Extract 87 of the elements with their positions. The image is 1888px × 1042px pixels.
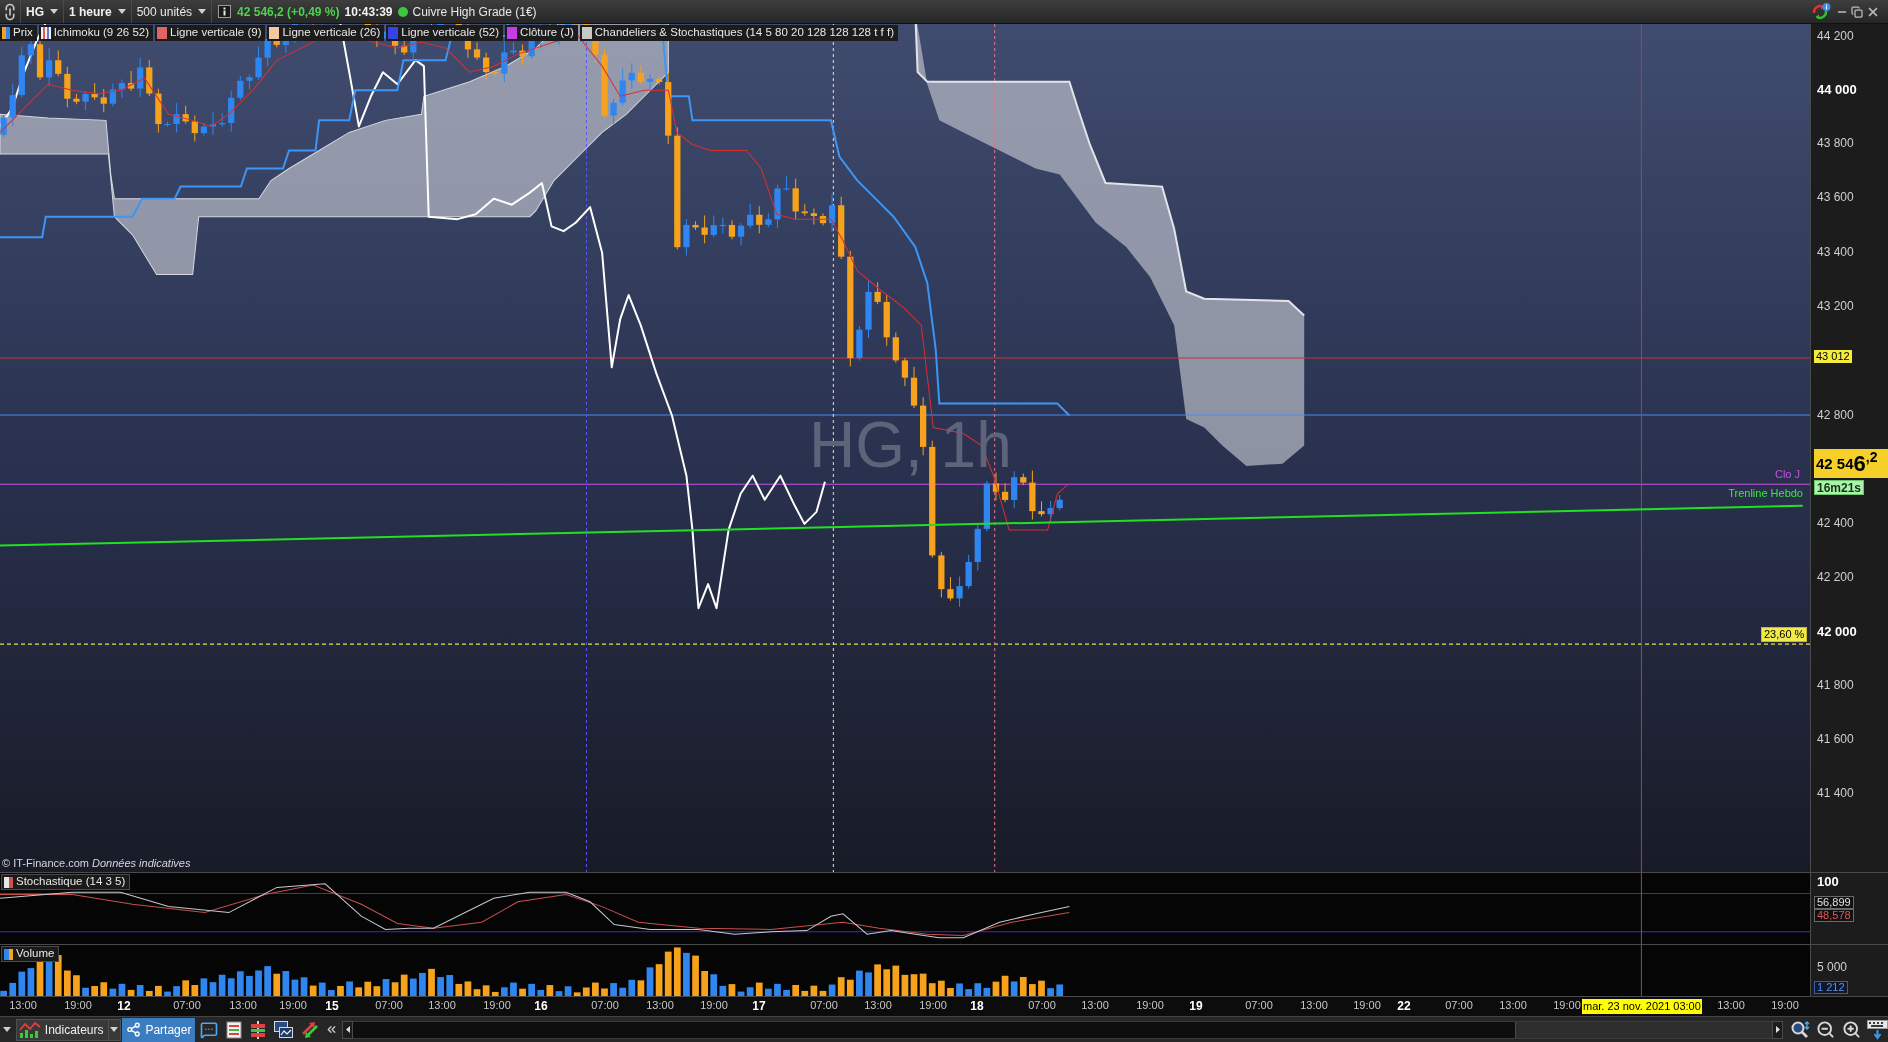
price-tick-label: 41 400	[1817, 787, 1854, 799]
zoom-fit-icon[interactable]	[1790, 1019, 1810, 1040]
line-chart-icon	[18, 1020, 41, 1039]
time-tick-label: 07:00	[375, 1000, 403, 1011]
indicator-value-label: 48,578	[1814, 909, 1854, 922]
time-tick-label: 19:00	[1553, 1000, 1581, 1011]
time-tick-label: 19:00	[1771, 1000, 1799, 1011]
price-level-marker: 43 012	[1814, 350, 1852, 363]
time-tick-label: 19:00	[1136, 1000, 1164, 1011]
price-tick-label: 43 400	[1817, 246, 1854, 258]
time-tick-label: 13:00	[1300, 1000, 1328, 1011]
time-tick-label: 19:00	[919, 1000, 947, 1011]
indicators-button[interactable]: Indicateurs	[15, 1018, 109, 1041]
time-tick-label: 13:00	[646, 1000, 674, 1011]
price-tick-label: 44 200	[1817, 30, 1854, 42]
time-tick-label: 13:00	[1499, 1000, 1527, 1011]
triangle-right-icon	[1775, 1026, 1780, 1033]
price-tick-label: 42 800	[1817, 409, 1854, 421]
time-tick-label: 07:00	[1245, 1000, 1273, 1011]
units-dropdown[interactable]: 500 unités	[131, 0, 213, 23]
scrollbar-thumb[interactable]	[1515, 1021, 1772, 1038]
time-tick-label: 13:00	[229, 1000, 257, 1011]
last-price-label: 42 546$^{,2}$	[1814, 449, 1888, 478]
interval-dropdown[interactable]: 1 heure	[64, 0, 132, 23]
time-tick-label: 13:00	[1081, 1000, 1109, 1011]
price-tick-label: 44 000	[1817, 82, 1857, 96]
scroll-right-button[interactable]	[1772, 1020, 1783, 1039]
time-tick-label: 19:00	[700, 1000, 728, 1011]
time-tick-label: 13:00	[428, 1000, 456, 1011]
indicator-value-label: 56,899	[1814, 896, 1854, 909]
time-tick-label: 18	[970, 1000, 984, 1012]
price-tick-label: 41 600	[1817, 733, 1854, 745]
caret-icon	[2, 1027, 11, 1032]
time-tick-label: 19:00	[483, 1000, 511, 1011]
quote-time: 10:43:39	[344, 5, 393, 18]
caret-icon	[117, 9, 126, 14]
time-tick-label: 13:00	[1717, 1000, 1745, 1011]
price-tick-label: 43 200	[1817, 300, 1854, 312]
time-tick-label: 19:00	[1353, 1000, 1381, 1011]
price-tick-label: 41 800	[1817, 679, 1854, 691]
time-tick-label: 12	[117, 1000, 131, 1012]
time-tick-label: 19:00	[64, 1000, 92, 1011]
caret-icon	[198, 9, 207, 14]
time-tick-label: 13:00	[864, 1000, 892, 1011]
zoom-out-icon[interactable]	[1816, 1020, 1835, 1039]
time-tick-label: 16	[534, 1000, 548, 1012]
time-tick-label: 15	[325, 1000, 339, 1012]
symbol-dropdown[interactable]: HG	[20, 0, 64, 23]
stochastic-tick-label: 100	[1817, 875, 1839, 888]
time-tick-label: 07:00	[173, 1000, 201, 1011]
time-tick-label: 22	[1397, 1000, 1411, 1012]
share-button[interactable]: Partager	[122, 1017, 196, 1042]
caret-icon	[110, 1027, 119, 1032]
restore-icon[interactable]	[1851, 5, 1863, 18]
time-tick-label: 19:00	[279, 1000, 307, 1011]
price-quote: 42 546,2 (+0,49 %)	[237, 5, 340, 18]
chat-icon[interactable]	[200, 1020, 219, 1039]
price-tick-label: 42 200	[1817, 571, 1854, 583]
price-tick-label: 43 600	[1817, 191, 1854, 203]
candle-countdown-label: 16m21s	[1814, 480, 1865, 495]
candlestick-icon[interactable]	[250, 1020, 267, 1039]
time-tick-label: 07:00	[591, 1000, 619, 1011]
share-icon	[126, 1022, 142, 1037]
keyboard-icon[interactable]	[1867, 1019, 1888, 1040]
volume-tick-label: 5 000	[1817, 961, 1848, 973]
time-tick-label: 07:00	[810, 1000, 838, 1011]
zoom-in-icon[interactable]	[1842, 1020, 1861, 1039]
caret-icon	[50, 9, 58, 14]
instrument-name: Cuivre High Grade (1€)	[412, 5, 537, 18]
time-tick-label: 13:00	[9, 1000, 37, 1011]
time-tick-label: 17	[752, 1000, 766, 1012]
cursor-date-label: mar. 23 nov. 2021 03:00	[1582, 999, 1702, 1014]
time-tick-label: 07:00	[1028, 1000, 1056, 1011]
volume-value-label: 1 212	[1814, 981, 1848, 994]
triangle-left-icon	[345, 1026, 350, 1033]
horizontal-scrollbar[interactable]	[353, 1020, 1772, 1039]
sync-icon[interactable]	[1811, 2, 1831, 21]
price-tick-label: 42 000	[1817, 624, 1857, 638]
time-tick-label: 07:00	[1445, 1000, 1473, 1011]
scroll-left-button[interactable]	[342, 1020, 354, 1039]
price-tick-label: 42 400	[1817, 517, 1854, 529]
info-icon[interactable]	[218, 5, 232, 18]
time-tick-label: 19	[1189, 1000, 1203, 1012]
price-tick-label: 43 800	[1817, 137, 1854, 149]
swap-arrows-icon[interactable]	[301, 1020, 320, 1039]
windows-icon[interactable]	[274, 1021, 294, 1038]
document-list-icon[interactable]	[226, 1020, 243, 1039]
